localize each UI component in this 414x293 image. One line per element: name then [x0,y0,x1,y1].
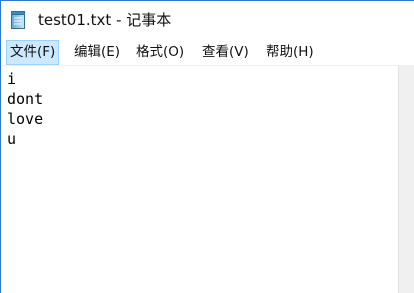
menu-bar: 文件(F) 编辑(E) 格式(O) 查看(V) 帮助(H) [1,40,414,65]
text-editor-area[interactable]: i dont love u [1,66,397,293]
notepad-window: test01.txt - 记事本 文件(F) 编辑(E) 格式(O) 查看(V)… [0,0,414,293]
editor-line: love [7,110,44,128]
title-bar[interactable]: test01.txt - 记事本 [1,1,414,39]
editor-line: dont [7,90,44,108]
window-title: test01.txt - 记事本 [38,11,172,29]
editor-line: i [7,70,17,88]
menu-format[interactable]: 格式(O) [133,40,187,65]
editor-line: u [7,130,17,148]
vertical-scrollbar[interactable] [398,66,414,293]
notepad-icon [11,11,25,29]
menu-view[interactable]: 查看(V) [199,40,252,65]
menu-help[interactable]: 帮助(H) [263,40,317,65]
menu-file[interactable]: 文件(F) [6,40,60,65]
menu-edit[interactable]: 编辑(E) [71,40,123,65]
